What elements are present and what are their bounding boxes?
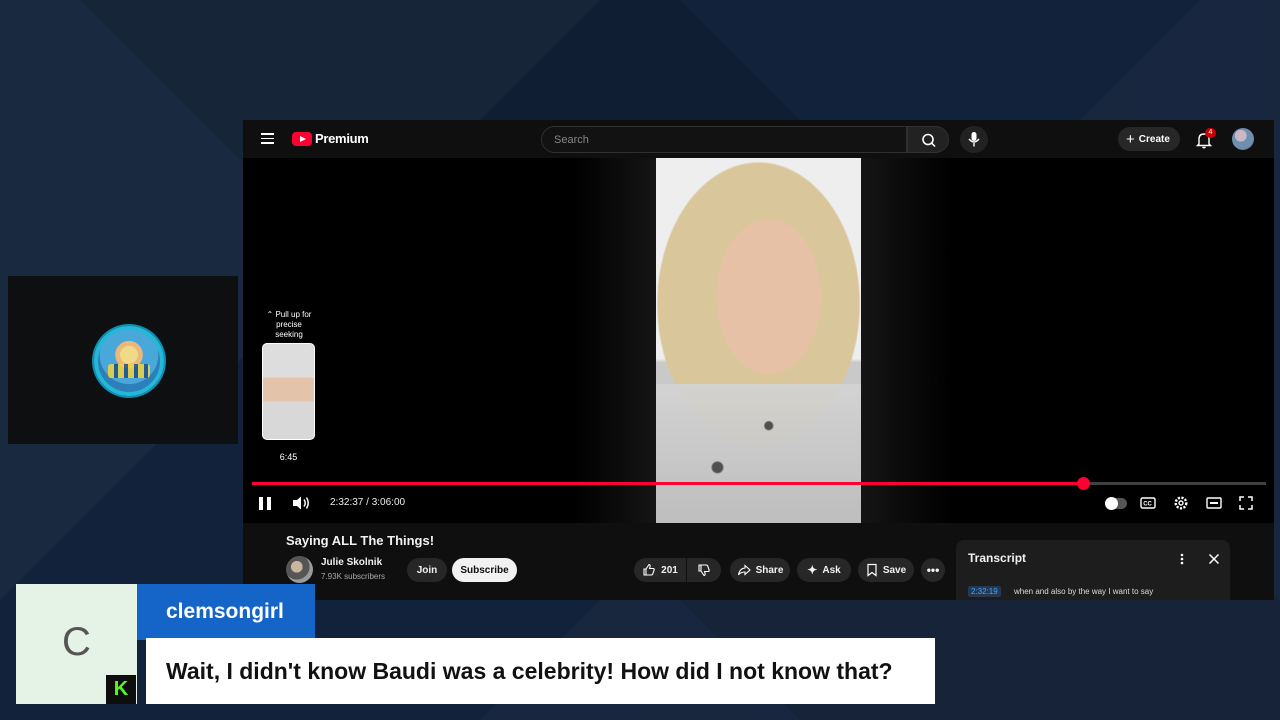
progress-played	[252, 482, 1084, 485]
more-vertical-icon[interactable]	[1176, 552, 1188, 566]
join-label: Join	[416, 564, 438, 576]
transcript-line[interactable]: when and also by the way I want to say	[1014, 587, 1153, 596]
fullscreen-icon[interactable]	[1237, 494, 1255, 512]
pause-icon-bar	[267, 497, 271, 510]
video-blur-left	[573, 158, 656, 523]
share-label: Share	[755, 564, 784, 576]
search-button[interactable]	[907, 126, 949, 153]
chat-username: clemsongirl	[166, 600, 284, 623]
volume-icon[interactable]	[291, 495, 311, 511]
youtube-topbar: Premium + Create 4	[243, 120, 1274, 158]
share-button[interactable]: Share	[730, 558, 790, 582]
bookmark-icon	[867, 563, 877, 577]
autoplay-toggle[interactable]	[1105, 497, 1127, 510]
hamburger-menu-icon[interactable]	[261, 133, 274, 144]
settings-gear-icon[interactable]	[1172, 494, 1190, 512]
video-player[interactable]: ⌃ Pull up for precise seeking 6:45 2:32:…	[243, 158, 1274, 523]
chat-username-banner: clemsongirl	[137, 584, 315, 640]
channel-name[interactable]: Julie Skolnik	[321, 557, 382, 568]
more-actions-button[interactable]: •••	[921, 558, 945, 582]
notification-badge: 4	[1205, 128, 1216, 138]
share-arrow-icon	[737, 564, 751, 576]
transcript-title: Transcript	[968, 551, 1027, 565]
youtube-logo[interactable]: Premium	[292, 131, 369, 146]
like-button[interactable]: 201	[634, 558, 686, 582]
chat-message: Wait, I didn't know Baudi was a celebrit…	[166, 658, 893, 684]
voice-search-button[interactable]	[960, 126, 988, 153]
seek-hint-text: ⌃ Pull up for precise seeking	[262, 310, 316, 340]
thumbs-up-icon	[643, 563, 655, 576]
theater-mode-icon[interactable]	[1205, 494, 1223, 512]
subscriber-count: 7.93K subscribers	[321, 572, 386, 581]
close-icon[interactable]	[1207, 552, 1221, 566]
thumbs-down-icon	[698, 564, 710, 577]
svg-text:CC: CC	[1143, 502, 1152, 508]
streamer-cam-panel	[8, 276, 238, 444]
chat-avatar-letter: C	[62, 620, 91, 664]
join-button[interactable]: Join	[407, 558, 447, 582]
user-avatar[interactable]	[1232, 128, 1254, 150]
seek-preview-thumbnail	[262, 343, 315, 440]
video-frame	[656, 158, 861, 523]
youtube-play-logo-icon	[292, 131, 312, 146]
subscribe-label: Subscribe	[460, 564, 509, 576]
more-horizontal-icon: •••	[926, 563, 940, 577]
streamer-avatar	[94, 326, 164, 396]
create-button[interactable]: + Create	[1118, 127, 1180, 151]
captions-icon[interactable]: CC	[1139, 494, 1157, 512]
logo-text: Premium	[315, 131, 369, 146]
sparkle-icon: ✦	[807, 563, 818, 577]
channel-avatar[interactable]	[286, 556, 313, 583]
search-box[interactable]	[541, 126, 907, 153]
subscribe-button[interactable]: Subscribe	[452, 558, 517, 582]
youtube-window: Premium + Create 4	[243, 120, 1274, 600]
ask-button[interactable]: ✦ Ask	[797, 558, 851, 582]
video-blur-right	[861, 158, 951, 523]
plus-icon: +	[1126, 130, 1135, 148]
pause-button[interactable]	[259, 497, 271, 510]
save-label: Save	[882, 564, 907, 576]
save-button[interactable]: Save	[858, 558, 914, 582]
microphone-icon	[968, 132, 980, 147]
seek-hint-label: Pull up for precise seeking	[275, 310, 312, 339]
create-label: Create	[1138, 133, 1170, 145]
search-input[interactable]	[542, 127, 906, 152]
chat-message-banner: Wait, I didn't know Baudi was a celebrit…	[146, 638, 935, 704]
transcript-panel: Transcript 2:32:19 when and also by the …	[956, 540, 1230, 600]
ask-label: Ask	[822, 564, 841, 576]
progress-scrubber-handle[interactable]	[1076, 477, 1090, 490]
chevron-up-icon: ⌃	[266, 310, 274, 319]
search-icon	[922, 133, 936, 148]
seek-preview-time: 6:45	[279, 452, 298, 462]
kick-platform-icon: K	[106, 675, 136, 704]
pause-icon	[259, 497, 263, 510]
time-display: 2:32:37 / 3:06:00	[330, 497, 406, 508]
transcript-timestamp[interactable]: 2:32:19	[968, 586, 1001, 597]
video-title: Saying ALL The Things!	[286, 533, 435, 548]
like-count: 201	[661, 564, 678, 576]
dislike-button[interactable]	[687, 558, 721, 582]
